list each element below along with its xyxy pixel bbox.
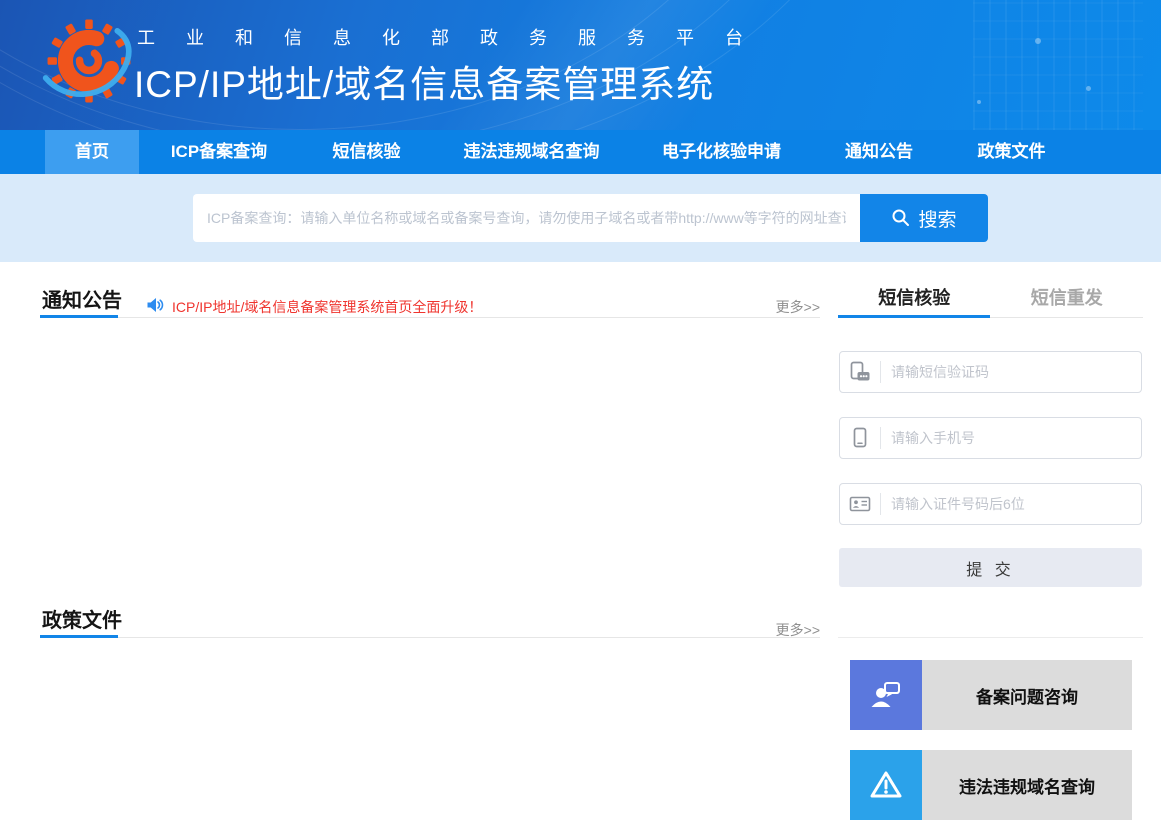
speaker-icon [146,296,164,314]
warning-icon [850,750,922,820]
sms-panel-tabs: 短信核验 短信重发 [838,284,1143,310]
mobile-input[interactable] [881,430,1141,446]
sms-code-input[interactable] [881,364,1141,380]
consult-icon [850,660,922,730]
tab-sms-resend[interactable]: 短信重发 [991,284,1144,310]
notices-divider [42,317,820,318]
illegal-domain-label-bar: 违法违规域名查询 [922,750,1132,820]
submit-button[interactable]: 提 交 [839,548,1142,587]
sms-code-icon [840,360,880,384]
notices-section-title: 通知公告 [42,284,122,313]
page-root: 工业和信息化部政务服务平台 ICP/IP地址/域名信息备案管理系统 首页 ICP… [0,0,1161,838]
consult-label-bar: 备案问题咨询 [922,660,1132,730]
id-card-icon [840,492,880,516]
mobile-icon [840,426,880,450]
notices-more-link[interactable]: 更多>> [776,297,820,317]
tab-sms-verify[interactable]: 短信核验 [838,284,991,310]
sms-verify-panel: 短信核验 短信重发 [838,0,1143,838]
policies-title-underline [40,635,118,638]
sms-code-field-wrap [839,351,1142,393]
panel-divider [838,637,1143,638]
active-tab-underline [838,315,990,318]
consult-label: 备案问题咨询 [976,683,1078,708]
mobile-field-wrap [839,417,1142,459]
policies-divider [42,637,820,638]
illegal-domain-label: 违法违规域名查询 [959,773,1095,798]
notice-item-link[interactable]: ICP/IP地址/域名信息备案管理系统首页全面升级！ [172,297,482,317]
policies-section-title: 政策文件 [42,604,122,633]
id-number-field-wrap [839,483,1142,525]
left-column: 通知公告 ICP/IP地址/域名信息备案管理系统首页全面升级！ 更多>> 政策文… [42,0,820,838]
id-number-input[interactable] [881,496,1141,512]
consult-quick-link[interactable]: 备案问题咨询 [850,660,1132,730]
notices-title-underline [40,315,118,318]
illegal-domain-quick-link[interactable]: 违法违规域名查询 [850,750,1132,820]
